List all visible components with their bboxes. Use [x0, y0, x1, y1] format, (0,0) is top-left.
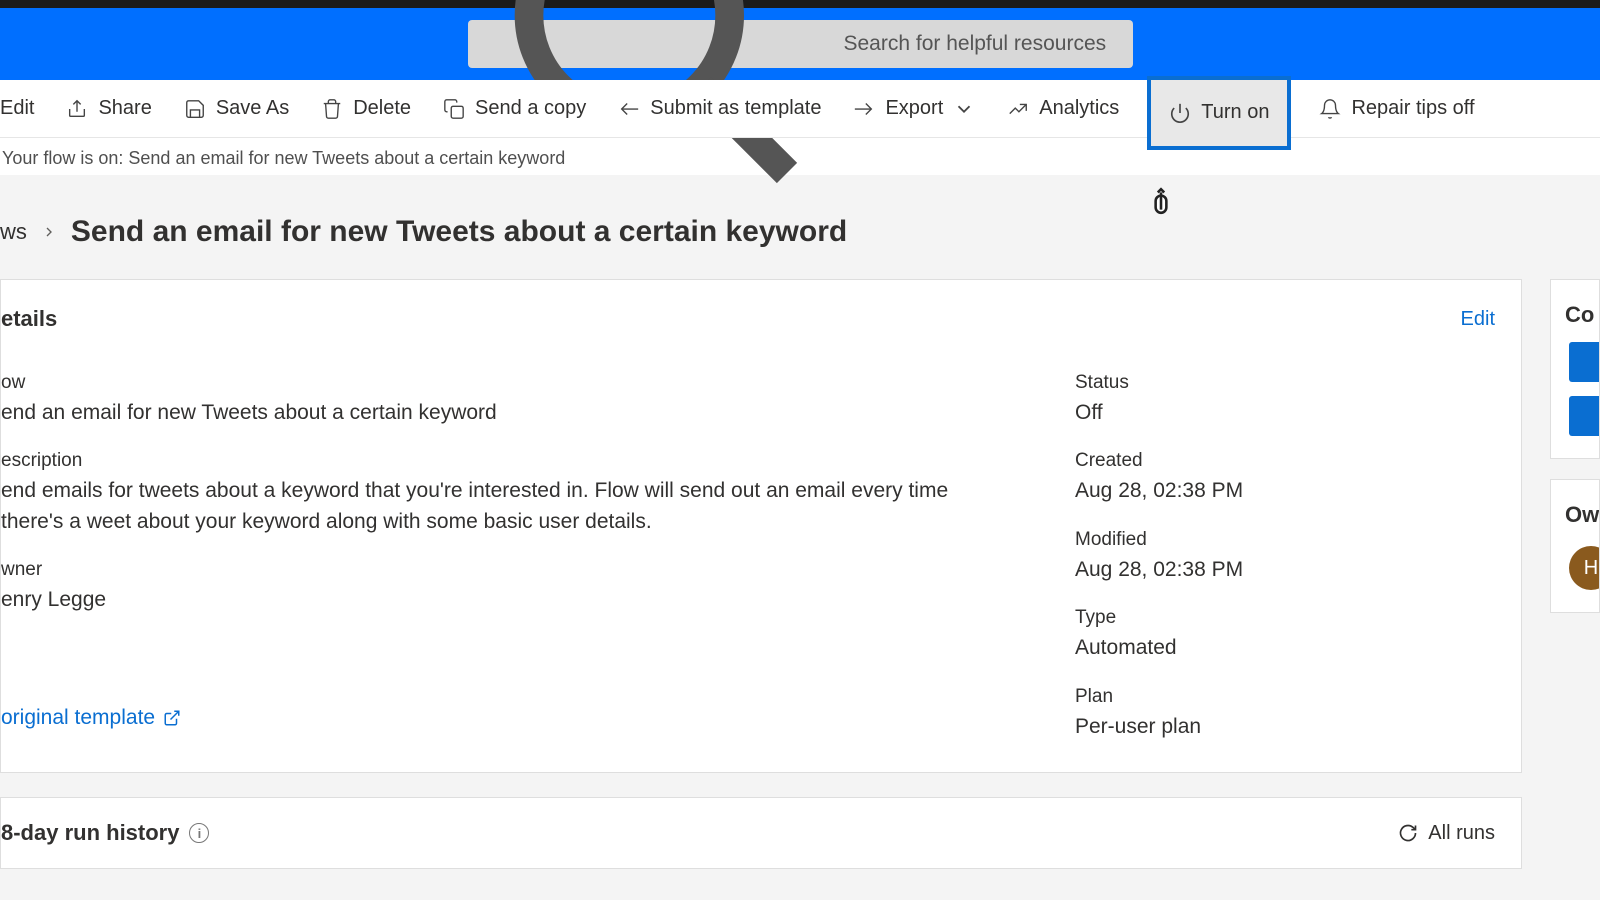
share-button[interactable]: Share — [62, 91, 155, 126]
created-value: Aug 28, 02:38 PM — [1075, 476, 1495, 506]
created-label: Created — [1075, 450, 1495, 472]
submit-template-label: Submit as template — [650, 97, 821, 120]
type-label: Type — [1075, 607, 1495, 629]
delete-button[interactable]: Delete — [317, 91, 415, 126]
submit-template-button[interactable]: Submit as template — [614, 91, 825, 126]
chevron-down-icon — [953, 98, 975, 120]
status-value: Off — [1075, 398, 1495, 428]
status-label: Status — [1075, 372, 1495, 394]
external-link-icon — [163, 709, 181, 727]
flow-label: ow — [1, 372, 1015, 394]
search-input[interactable] — [844, 32, 1115, 56]
trash-icon — [321, 98, 343, 120]
owner-label: wner — [1, 559, 1015, 581]
original-template-link[interactable]: original template — [1, 706, 181, 730]
export-button[interactable]: Export — [849, 91, 979, 126]
top-header — [0, 8, 1600, 80]
edit-link[interactable]: Edit — [1461, 308, 1495, 331]
repair-tips-label: Repair tips off — [1351, 97, 1474, 120]
edit-button[interactable]: Edit — [0, 91, 38, 126]
save-icon — [184, 98, 206, 120]
modified-value: Aug 28, 02:38 PM — [1075, 555, 1495, 585]
connections-card: Co — [1550, 279, 1600, 459]
command-bar: Edit Share Save As Delete Send a copy Su… — [0, 80, 1600, 138]
turn-on-highlight: Turn on — [1147, 76, 1291, 150]
owners-card: Ow H — [1550, 479, 1600, 613]
all-runs-label: All runs — [1428, 822, 1495, 845]
send-copy-label: Send a copy — [475, 97, 586, 120]
flow-value: end an email for new Tweets about a cert… — [1, 398, 981, 428]
power-icon — [1169, 102, 1191, 124]
details-card: etails Edit ow end an email for new Twee… — [0, 279, 1522, 773]
owners-heading: Ow — [1565, 502, 1599, 528]
owner-value: enry Legge — [1, 585, 981, 615]
connections-heading: Co — [1565, 302, 1599, 328]
plan-label: Plan — [1075, 686, 1495, 708]
chevron-right-icon — [41, 224, 57, 240]
arrow-left-icon — [618, 98, 640, 120]
all-runs-button[interactable]: All runs — [1398, 822, 1495, 845]
bell-icon — [1319, 98, 1341, 120]
share-label: Share — [98, 97, 151, 120]
page-title: Send an email for new Tweets about a cer… — [71, 215, 847, 249]
info-icon[interactable]: i — [189, 823, 209, 843]
search-box[interactable] — [468, 20, 1133, 68]
delete-label: Delete — [353, 97, 411, 120]
turn-on-button[interactable]: Turn on — [1151, 93, 1287, 132]
repair-tips-button[interactable]: Repair tips off — [1315, 91, 1478, 126]
analytics-label: Analytics — [1039, 97, 1119, 120]
send-copy-button[interactable]: Send a copy — [439, 91, 590, 126]
avatar: H — [1569, 546, 1600, 590]
analytics-button[interactable]: Analytics — [1003, 91, 1123, 126]
export-label: Export — [885, 97, 943, 120]
save-as-button[interactable]: Save As — [180, 91, 293, 126]
copy-icon — [443, 98, 465, 120]
desc-label: escription — [1, 450, 1015, 472]
breadcrumb-prev[interactable]: ws — [0, 219, 27, 245]
run-history-card: 8-day run history i All runs — [0, 797, 1522, 869]
desc-value: end emails for tweets about a keyword th… — [1, 476, 981, 537]
connector-icon — [1569, 396, 1600, 436]
plan-value: Per-user plan — [1075, 712, 1495, 742]
refresh-icon — [1398, 823, 1418, 843]
modified-label: Modified — [1075, 529, 1495, 551]
type-value: Automated — [1075, 633, 1495, 663]
save-as-label: Save As — [216, 97, 289, 120]
turn-on-label: Turn on — [1201, 101, 1269, 124]
history-title: 8-day run history — [1, 820, 179, 846]
template-link-text: original template — [1, 706, 155, 730]
share-icon — [66, 98, 88, 120]
edit-label: Edit — [0, 97, 34, 120]
details-heading: etails — [1, 306, 57, 332]
connector-icon — [1569, 342, 1600, 382]
export-icon — [853, 98, 875, 120]
analytics-icon — [1007, 98, 1029, 120]
